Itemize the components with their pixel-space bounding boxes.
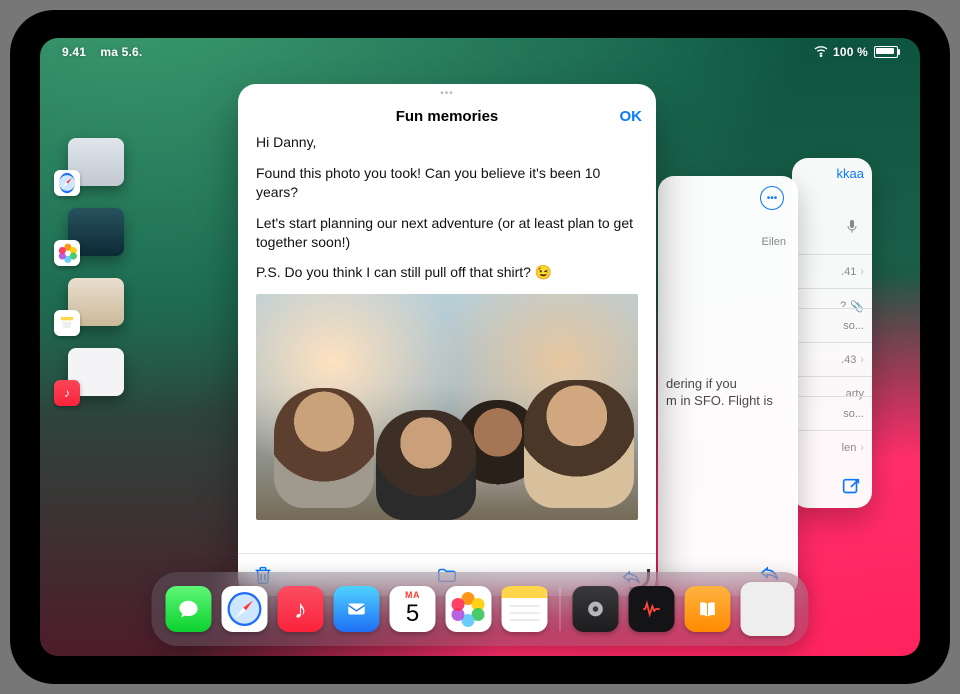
status-date: ma 5.6. [100, 45, 142, 59]
ipad-frame: 9.41 ma 5.6. 100 % [10, 10, 950, 684]
compose-icon[interactable] [840, 476, 862, 498]
mail-title: Fun memories [396, 108, 499, 125]
stage-manager-stack: ♪ [68, 138, 140, 396]
stage-thumb-music[interactable]: ♪ [68, 348, 124, 396]
music-icon: ♪ [54, 380, 80, 406]
window-grip-icon[interactable]: ••• [440, 88, 454, 99]
timestamp-label: Eilen [762, 236, 786, 248]
stage-thumb-safari[interactable] [68, 138, 124, 186]
status-right: 100 % [813, 43, 898, 62]
dock-app-mail[interactable] [334, 586, 380, 632]
dock-app-books[interactable] [685, 586, 731, 632]
status-left: 9.41 ma 5.6. [62, 45, 142, 59]
screen: 9.41 ma 5.6. 100 % [40, 38, 920, 656]
stage-thumb-photos[interactable] [68, 208, 124, 256]
chevron-right-icon: › [860, 266, 864, 278]
wifi-icon [813, 43, 829, 62]
photos-icon [54, 240, 80, 266]
stage-thumb-notes[interactable] [68, 278, 124, 326]
dock-app-notes[interactable] [502, 586, 548, 632]
mail-line: P.S. Do you think I can still pull off t… [256, 263, 638, 282]
photo-person [274, 388, 374, 508]
mail-titlebar: Fun memories OK [238, 99, 656, 133]
dock-app-shortcuts[interactable] [741, 582, 795, 636]
dock: ♪ MA 5 [152, 572, 809, 646]
mail-window[interactable]: ••• Fun memories OK Hi Danny, Found this… [238, 84, 656, 596]
photo-person [376, 410, 476, 520]
dock-app-calendar[interactable]: MA 5 [390, 586, 436, 632]
status-battery-text: 100 % [833, 45, 868, 59]
mail-greeting: Hi Danny, [256, 133, 638, 152]
background-window-message[interactable]: ••• Eilen dering if you m in SFO. Flight… [658, 176, 798, 596]
attached-photo[interactable] [256, 294, 638, 520]
background-window-list[interactable]: kkaa .41› ?📎 so... .43› arty so... len› [792, 158, 872, 508]
calendar-daynum: 5 [406, 600, 419, 627]
chevron-right-icon: › [860, 442, 864, 454]
mic-icon[interactable] [844, 218, 860, 239]
mail-line: Found this photo you took! Can you belie… [256, 164, 638, 202]
list-row[interactable]: so... [792, 308, 872, 343]
notes-icon [54, 310, 80, 336]
dock-app-messages[interactable] [166, 586, 212, 632]
dock-app-voice-memos[interactable] [629, 586, 675, 632]
status-time: 9.41 [62, 45, 86, 59]
mail-body[interactable]: Hi Danny, Found this photo you took! Can… [238, 133, 656, 553]
battery-icon [874, 46, 898, 58]
dock-separator [560, 587, 561, 631]
list-row[interactable]: .43› [792, 342, 872, 377]
dock-app-photos[interactable] [446, 586, 492, 632]
list-row[interactable]: .41› [792, 254, 872, 289]
dock-app-settings[interactable] [573, 586, 619, 632]
dock-app-music[interactable]: ♪ [278, 586, 324, 632]
calendar-weekday: MA [390, 590, 436, 600]
safari-icon [54, 170, 80, 196]
list-row[interactable]: so... [792, 396, 872, 431]
ok-button[interactable]: OK [620, 108, 643, 125]
more-icon[interactable]: ••• [760, 186, 784, 210]
list-row[interactable]: len› [792, 430, 872, 465]
status-bar: 9.41 ma 5.6. 100 % [40, 42, 920, 62]
chevron-right-icon: › [860, 354, 864, 366]
edit-label[interactable]: kkaa [837, 166, 864, 181]
message-snippet: dering if you m in SFO. Flight is [666, 376, 790, 410]
dock-app-safari[interactable] [222, 586, 268, 632]
mail-line: Let's start planning our next adventure … [256, 214, 638, 252]
photo-person [524, 380, 634, 508]
